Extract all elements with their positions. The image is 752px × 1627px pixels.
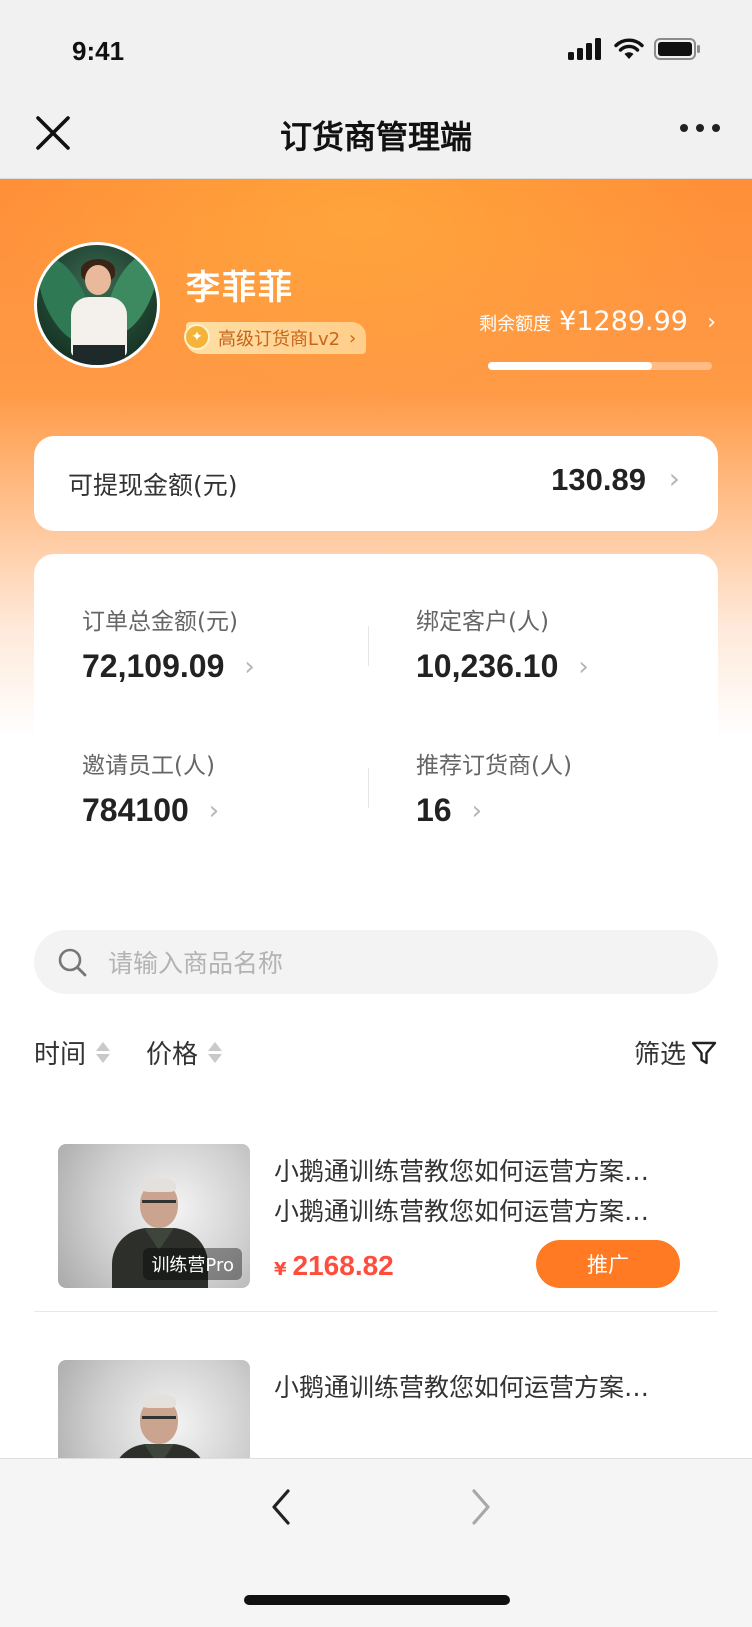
product-image: 训练营Pro — [58, 1144, 250, 1288]
home-indicator — [244, 1595, 510, 1605]
withdraw-card[interactable]: 可提现金额(元) 130.89 › — [34, 436, 718, 531]
sort-arrows-icon — [208, 1042, 223, 1063]
back-arrow-icon[interactable] — [262, 1485, 302, 1529]
product-tag: 训练营Pro — [143, 1248, 242, 1280]
status-icons — [568, 36, 700, 62]
medal-icon: ✦ — [184, 324, 210, 350]
chevron-right-icon: › — [578, 651, 589, 682]
filter-icon — [691, 1041, 717, 1064]
list-item[interactable]: 小鹅通训练营教您如何运营方案… — [34, 1360, 718, 1458]
forward-arrow-icon[interactable] — [460, 1485, 500, 1529]
stat-label: 订单总金额(元) — [82, 609, 238, 635]
search-input[interactable]: 请输入商品名称 — [34, 930, 718, 994]
sort-price[interactable]: 价格 — [146, 1034, 223, 1071]
sort-time-label: 时间 — [34, 1040, 87, 1070]
user-name: 李菲菲 — [186, 268, 294, 308]
withdraw-label: 可提现金额(元) — [68, 471, 238, 500]
chevron-right-icon: › — [208, 795, 220, 826]
stat-value: 784100 — [82, 792, 189, 828]
quota-progress-fill — [488, 362, 652, 370]
product-image — [58, 1360, 250, 1458]
stat-invited-staff[interactable]: 邀请员工(人) 784100 › — [82, 746, 219, 829]
promote-button[interactable]: 推广 — [536, 1240, 680, 1288]
battery-icon — [654, 38, 700, 60]
level-badge-label: 高级订货商Lv2 — [218, 329, 341, 350]
stat-value: 16 — [416, 792, 452, 828]
chevron-right-icon: › — [668, 462, 680, 495]
price-symbol: ¥ — [274, 1259, 287, 1280]
search-icon — [58, 948, 87, 977]
sort-bar: 时间 价格 筛选 — [34, 1034, 718, 1074]
sort-time[interactable]: 时间 — [34, 1034, 111, 1071]
status-time: 9:41 — [72, 36, 125, 66]
chevron-right-icon: › — [471, 795, 482, 826]
quota-progress-bar — [488, 362, 712, 370]
stat-value: 72,109.09 — [82, 648, 225, 684]
quota-link[interactable]: 剩余额度 ¥1289.99 › — [479, 306, 716, 337]
quota-label: 剩余额度 — [479, 314, 552, 335]
signal-icon — [568, 38, 601, 60]
divider — [368, 626, 369, 666]
filter-button[interactable]: 筛选 — [634, 1034, 718, 1071]
list-item[interactable]: 训练营Pro 小鹅通训练营教您如何运营方案… 小鹅通训练营教您如何运营方案… ¥… — [34, 1144, 718, 1290]
withdraw-amount: 130.89 — [551, 462, 646, 497]
stat-order-total[interactable]: 订单总金额(元) 72,109.09 › — [82, 602, 255, 685]
product-subtitle: 小鹅通训练营教您如何运营方案… — [274, 1197, 650, 1226]
chevron-right-icon: › — [348, 328, 357, 349]
search-placeholder: 请输入商品名称 — [108, 949, 284, 978]
browser-bottom-bar — [0, 1458, 752, 1627]
stat-value: 10,236.10 — [416, 648, 559, 684]
stat-bound-customers[interactable]: 绑定客户(人) 10,236.10 › — [416, 602, 589, 685]
divider — [34, 1311, 718, 1312]
stat-label: 推荐订货商(人) — [416, 753, 572, 779]
stat-recommended-dealers[interactable]: 推荐订货商(人) 16 › — [416, 746, 572, 829]
sort-arrows-icon — [96, 1042, 111, 1063]
chevron-right-icon: › — [707, 310, 716, 335]
quota-value: ¥1289.99 — [559, 306, 688, 337]
stat-label: 邀请员工(人) — [82, 753, 215, 779]
more-icon[interactable] — [680, 124, 720, 132]
status-bar: 9:41 — [0, 0, 752, 96]
stats-card: 订单总金额(元) 72,109.09 › 绑定客户(人) 10,236.10 ›… — [34, 554, 718, 888]
filter-label: 筛选 — [633, 1040, 686, 1070]
product-price: ¥ 2168.82 — [274, 1250, 394, 1282]
divider — [368, 768, 369, 808]
product-title: 小鹅通训练营教您如何运营方案… — [274, 1373, 650, 1402]
price-value: 2168.82 — [292, 1250, 394, 1281]
page-title: 订货商管理端 — [279, 118, 472, 156]
level-badge[interactable]: ✦ 高级订货商Lv2 › — [184, 322, 367, 354]
chevron-right-icon: › — [244, 651, 255, 682]
sort-price-label: 价格 — [146, 1040, 199, 1070]
product-title: 小鹅通训练营教您如何运营方案… — [274, 1157, 650, 1186]
avatar[interactable] — [34, 242, 160, 368]
wifi-icon — [614, 38, 644, 59]
stat-label: 绑定客户(人) — [416, 609, 549, 635]
nav-bar: 订货商管理端 — [0, 96, 752, 179]
